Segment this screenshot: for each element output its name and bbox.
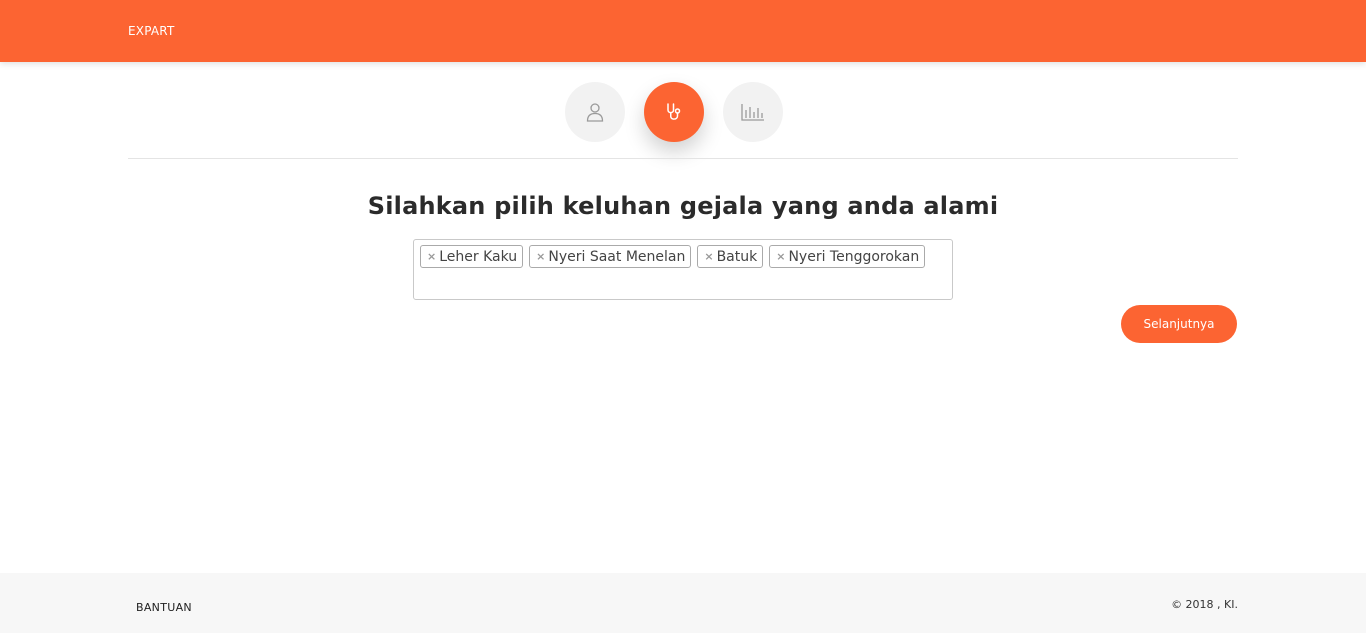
top-navbar: EXPART	[0, 0, 1366, 62]
next-button[interactable]: Selanjutnya	[1121, 305, 1237, 343]
remove-tag-icon[interactable]: ×	[536, 250, 545, 263]
stethoscope-icon	[665, 102, 683, 122]
step-results[interactable]	[723, 82, 783, 142]
copyright-text: © 2018 , KI.	[1171, 598, 1238, 611]
symptom-tag: × Nyeri Tenggorokan	[769, 245, 926, 268]
symptom-multiselect[interactable]: × Leher Kaku × Nyeri Saat Menelan × Batu…	[413, 239, 953, 300]
remove-tag-icon[interactable]: ×	[427, 250, 436, 263]
selected-tags: × Leher Kaku × Nyeri Saat Menelan × Batu…	[420, 245, 946, 268]
user-icon	[586, 102, 604, 122]
tag-label: Nyeri Saat Menelan	[548, 248, 686, 265]
step-symptoms[interactable]	[644, 82, 704, 142]
symptom-tag: × Nyeri Saat Menelan	[529, 245, 692, 268]
brand-link[interactable]: EXPART	[128, 24, 174, 38]
tag-label: Leher Kaku	[439, 248, 518, 265]
footer: BANTUAN © 2018 , KI.	[0, 573, 1366, 633]
symptom-tag: × Batuk	[697, 245, 764, 268]
page-title: Silahkan pilih keluhan gejala yang anda …	[367, 192, 999, 220]
help-link[interactable]: BANTUAN	[136, 601, 192, 614]
step-indicator	[565, 82, 785, 142]
tag-label: Batuk	[716, 248, 758, 265]
tag-label: Nyeri Tenggorokan	[788, 248, 920, 265]
divider	[128, 158, 1238, 159]
remove-tag-icon[interactable]: ×	[704, 250, 713, 263]
remove-tag-icon[interactable]: ×	[776, 250, 785, 263]
bar-chart-icon	[741, 103, 765, 121]
step-profile[interactable]	[565, 82, 625, 142]
symptom-tag: × Leher Kaku	[420, 245, 524, 268]
